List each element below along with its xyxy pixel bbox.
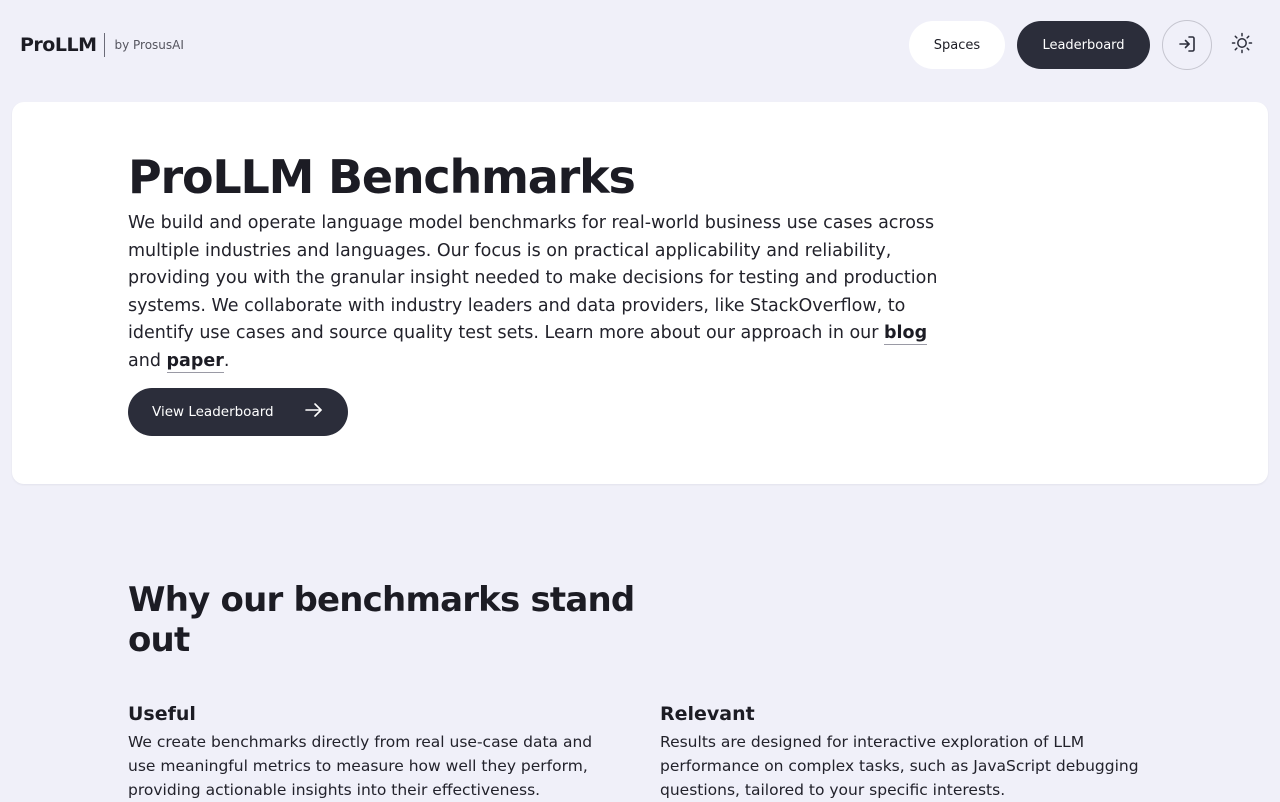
leaderboard-button[interactable]: Leaderboard — [1017, 21, 1150, 69]
top-header: ProLLM by ProsusAI Spaces Leaderboard — [0, 0, 1280, 90]
blog-link[interactable]: blog — [884, 323, 928, 345]
spaces-button-label: Spaces — [933, 37, 981, 53]
brand-name: ProLLM — [20, 34, 97, 56]
login-button[interactable] — [1162, 20, 1212, 70]
hero-and-text: and — [128, 350, 167, 371]
theme-toggle[interactable] — [1228, 31, 1256, 59]
paper-link[interactable]: paper — [166, 350, 224, 373]
feature-title: Useful — [128, 703, 196, 725]
page-title: ProLLM Benchmarks — [128, 150, 636, 204]
why-section-title: Why our benchmarks stand out — [128, 580, 635, 660]
login-icon — [1177, 34, 1197, 57]
feature-title: Relevant — [660, 703, 755, 725]
feature-text: We create benchmarks directly from real … — [128, 733, 593, 799]
feature-text: Results are designed for interactive exp… — [660, 733, 1139, 799]
brand-divider — [104, 33, 106, 57]
arrow-right-icon — [304, 402, 324, 422]
leaderboard-button-label: Leaderboard — [1042, 37, 1125, 53]
feature-relevant: Relevant Results are designed for intera… — [660, 702, 1150, 802]
view-leaderboard-label: View Leaderboard — [152, 404, 274, 420]
brand-by-label: by ProsusAI — [114, 38, 184, 52]
hero-card: ProLLM Benchmarks We build and operate l… — [12, 102, 1268, 484]
view-leaderboard-button[interactable]: View Leaderboard — [128, 388, 348, 436]
sun-icon — [1231, 32, 1253, 58]
hero-period: . — [223, 350, 230, 371]
spaces-button[interactable]: Spaces — [909, 21, 1005, 69]
hero-description-text: We build and operate language model benc… — [128, 213, 938, 343]
brand-logo[interactable]: ProLLM by ProsusAI — [20, 32, 184, 58]
hero-description: We build and operate language model benc… — [128, 210, 958, 375]
feature-useful: Useful We create benchmarks directly fro… — [128, 702, 618, 802]
